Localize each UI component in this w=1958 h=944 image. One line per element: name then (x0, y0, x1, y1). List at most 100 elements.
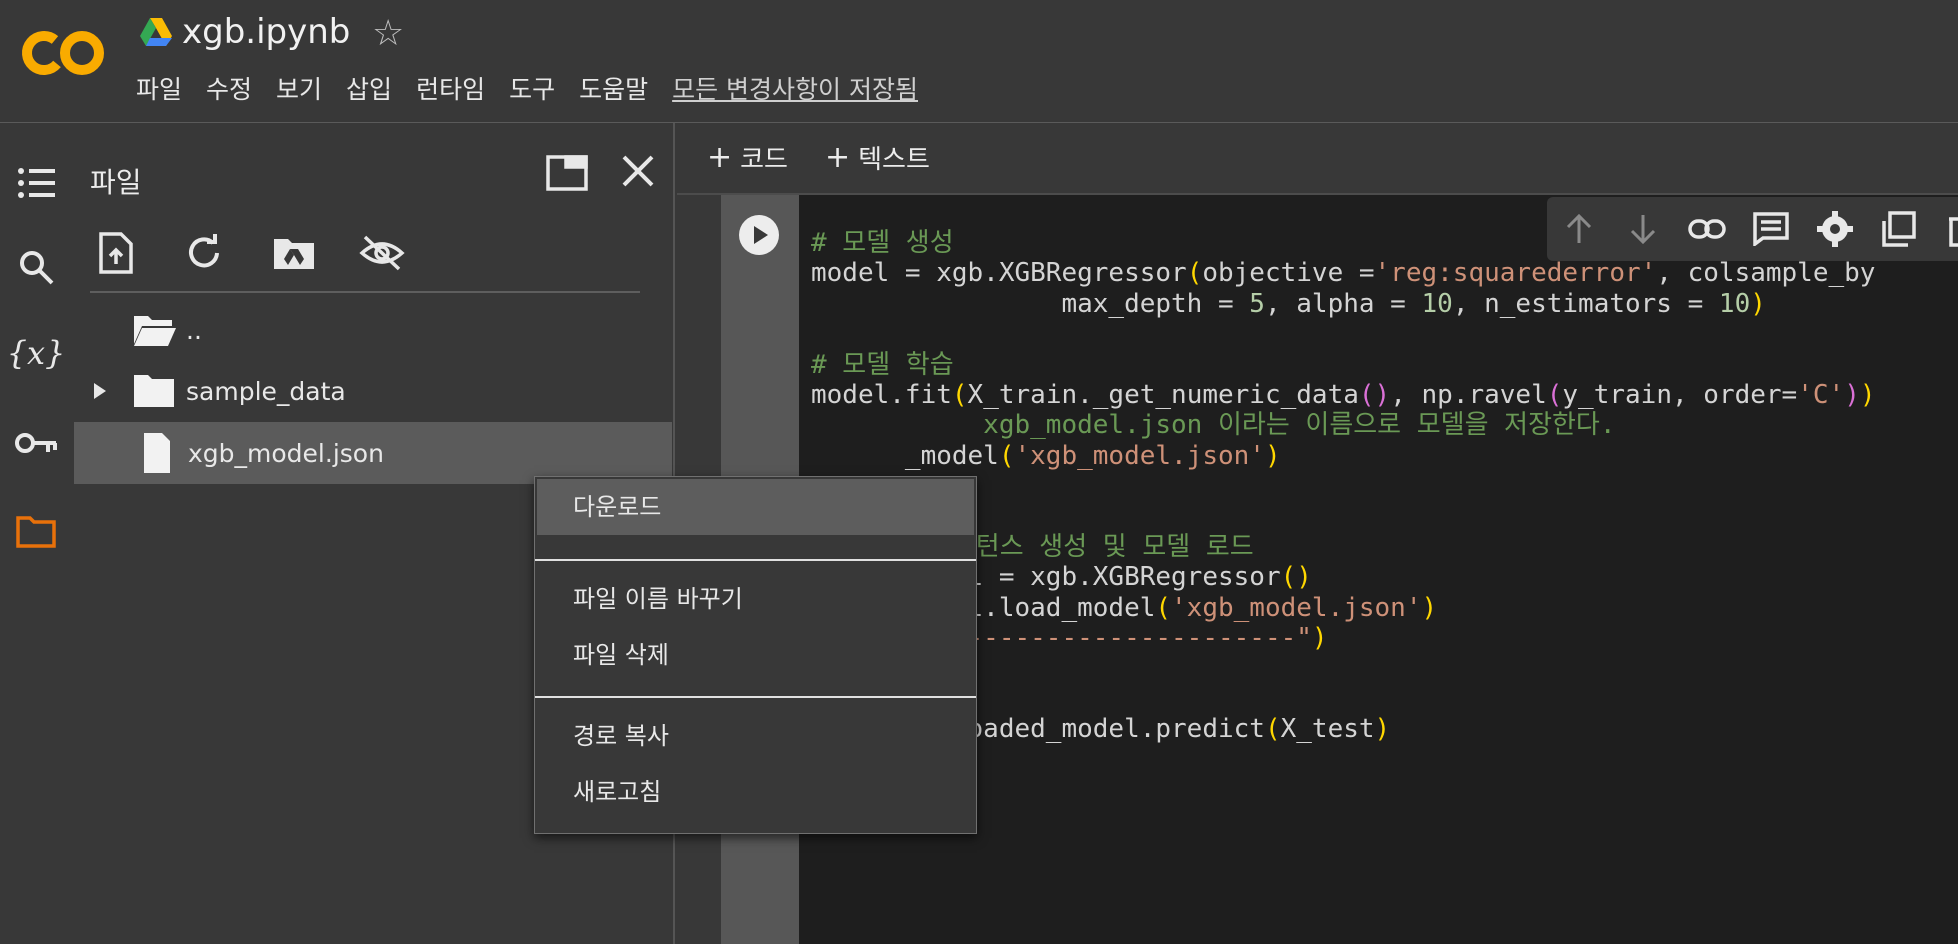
code-token: ) (1311, 623, 1328, 654)
code-token: ( (951, 380, 968, 410)
code-line: _model('xgb_model.json') (811, 440, 1281, 472)
folder-open-icon (134, 316, 176, 346)
table-of-contents-icon[interactable] (12, 159, 60, 207)
menu-bar: 파일 수정 보기 삽입 런타임 도구 도움말 모든 변경사항이 저장됨 (136, 72, 942, 108)
folder-icon (134, 375, 174, 407)
code-token: , alpha = (1264, 288, 1422, 319)
code-token: model.fit (811, 380, 952, 410)
menu-rename-file[interactable]: 파일 이름 바꾸기 (537, 571, 974, 627)
code-token: ( (1546, 380, 1563, 410)
code-token: ) (1264, 440, 1281, 471)
app-header: xgb.ipynb ☆ 파일 수정 보기 삽입 런타임 도구 도움말 모든 변경… (0, 0, 1958, 123)
menu-divider (535, 696, 976, 698)
mount-drive-icon[interactable] (268, 227, 320, 279)
menu-divider (535, 559, 976, 561)
code-token: 'C' (1797, 380, 1845, 410)
panel-toolbar (90, 219, 640, 293)
menu-tools[interactable]: 도구 (509, 72, 555, 108)
upload-file-icon[interactable] (90, 227, 142, 279)
google-drive-icon[interactable] (140, 18, 172, 46)
add-text-button[interactable]: + 텍스트 (825, 139, 930, 176)
link-icon[interactable] (1687, 209, 1727, 249)
cell-toolbar (1547, 197, 1958, 261)
code-line: # 모델 학습 (811, 349, 954, 381)
code-token: max_depth = (811, 288, 1250, 319)
tree-row-xgb-model[interactable]: xgb_model.json (74, 422, 672, 484)
run-cell-button[interactable] (739, 215, 779, 255)
tree-row-sample-data[interactable]: sample_data (72, 360, 672, 422)
code-token: ( (1264, 714, 1281, 745)
menu-insert[interactable]: 삽입 (346, 72, 392, 108)
code-token: , colsample_by (1656, 258, 1876, 289)
code-token: ( (1186, 258, 1203, 289)
refresh-icon[interactable] (178, 227, 230, 279)
folder-icon[interactable] (12, 507, 60, 555)
code-line: xgb_model.json 이라는 이름으로 모델을 저장한다. (811, 409, 1615, 441)
menu-refresh[interactable]: 새로고침 (537, 764, 974, 820)
menu-copy-path[interactable]: 경로 복사 (537, 708, 974, 764)
code-token: , n_estimators = (1452, 288, 1719, 319)
code-token: X_test (1280, 714, 1375, 745)
move-down-icon[interactable] (1623, 209, 1663, 249)
code-token: ) (1859, 380, 1876, 410)
code-line: max_depth = 5, alpha = 10, n_estimators … (811, 288, 1766, 320)
plus-icon: + (825, 140, 851, 175)
code-line: model = xgb.XGBRegressor(objective ='reg… (811, 257, 1875, 289)
hide-hidden-files-icon[interactable] (356, 227, 408, 279)
tree-row-parent[interactable]: .. (72, 299, 672, 361)
code-token: ( (1155, 592, 1172, 623)
tree-label: sample_data (186, 376, 346, 406)
delete-icon[interactable] (1937, 209, 1958, 249)
code-token: y_train, order= (1562, 380, 1798, 410)
code-token: ( (998, 440, 1015, 471)
search-icon[interactable] (12, 243, 60, 291)
code-token: 'xgb_model.json' (1171, 592, 1422, 623)
menu-download[interactable]: 다운로드 (537, 479, 974, 535)
code-token: model = xgb.XGBRegressor (811, 258, 1187, 289)
code-token: 'xgb_model.json' (1014, 440, 1265, 471)
code-token: _model (811, 440, 999, 471)
code-token: 'reg:squarederror' (1374, 258, 1657, 289)
add-code-label: 코드 (740, 145, 788, 175)
move-up-icon[interactable] (1559, 209, 1599, 249)
menu-runtime[interactable]: 런타임 (416, 72, 485, 108)
code-line: # 모델 생성 (811, 227, 954, 259)
notebook-title[interactable]: xgb.ipynb (182, 12, 350, 52)
code-token: X_train._get_numeric_data (967, 380, 1359, 410)
menu-view[interactable]: 보기 (276, 72, 322, 108)
expand-arrow-icon[interactable] (90, 381, 110, 401)
close-icon[interactable] (618, 151, 658, 191)
menu-file[interactable]: 파일 (136, 72, 182, 108)
add-code-button[interactable]: + 코드 (707, 139, 788, 176)
play-icon (754, 226, 768, 244)
code-token: () (1358, 380, 1391, 410)
menu-edit[interactable]: 수정 (206, 72, 252, 108)
code-token: ) (1750, 288, 1766, 319)
code-token: ) (1844, 380, 1860, 410)
code-token: ) (1374, 714, 1391, 745)
colab-logo[interactable] (20, 26, 110, 80)
saved-status-link[interactable]: 모든 변경사항이 저장됨 (672, 72, 918, 108)
mirror-cell-icon[interactable] (1879, 209, 1919, 249)
notebook-toolbar: + 코드 + 텍스트 (677, 123, 1958, 195)
tree-label: .. (186, 315, 202, 345)
settings-icon[interactable] (1815, 209, 1855, 249)
code-token: 10 (1421, 288, 1453, 319)
code-token: objective = (1202, 258, 1375, 289)
secrets-key-icon[interactable] (12, 419, 60, 467)
menu-delete-file[interactable]: 파일 삭제 (537, 627, 974, 683)
comment-icon[interactable] (1751, 209, 1791, 249)
open-in-tab-icon[interactable] (546, 155, 588, 191)
tree-label: xgb_model.json (188, 438, 384, 468)
code-token: xgb_model.json 이라는 이름으로 모델을 저장한다. (811, 410, 1616, 441)
variables-icon[interactable]: {x} (7, 329, 66, 377)
code-token: , np.ravel (1390, 380, 1547, 410)
code-token: # 모델 학습 (811, 349, 954, 380)
menu-help[interactable]: 도움말 (579, 72, 648, 108)
code-token: () (1280, 562, 1312, 593)
code-token: 10 (1718, 288, 1751, 319)
code-token: # 모델 생성 (811, 228, 954, 258)
star-outline-icon[interactable]: ☆ (372, 14, 404, 54)
code-token: 5 (1249, 288, 1265, 319)
panel-title: 파일 (90, 166, 142, 199)
